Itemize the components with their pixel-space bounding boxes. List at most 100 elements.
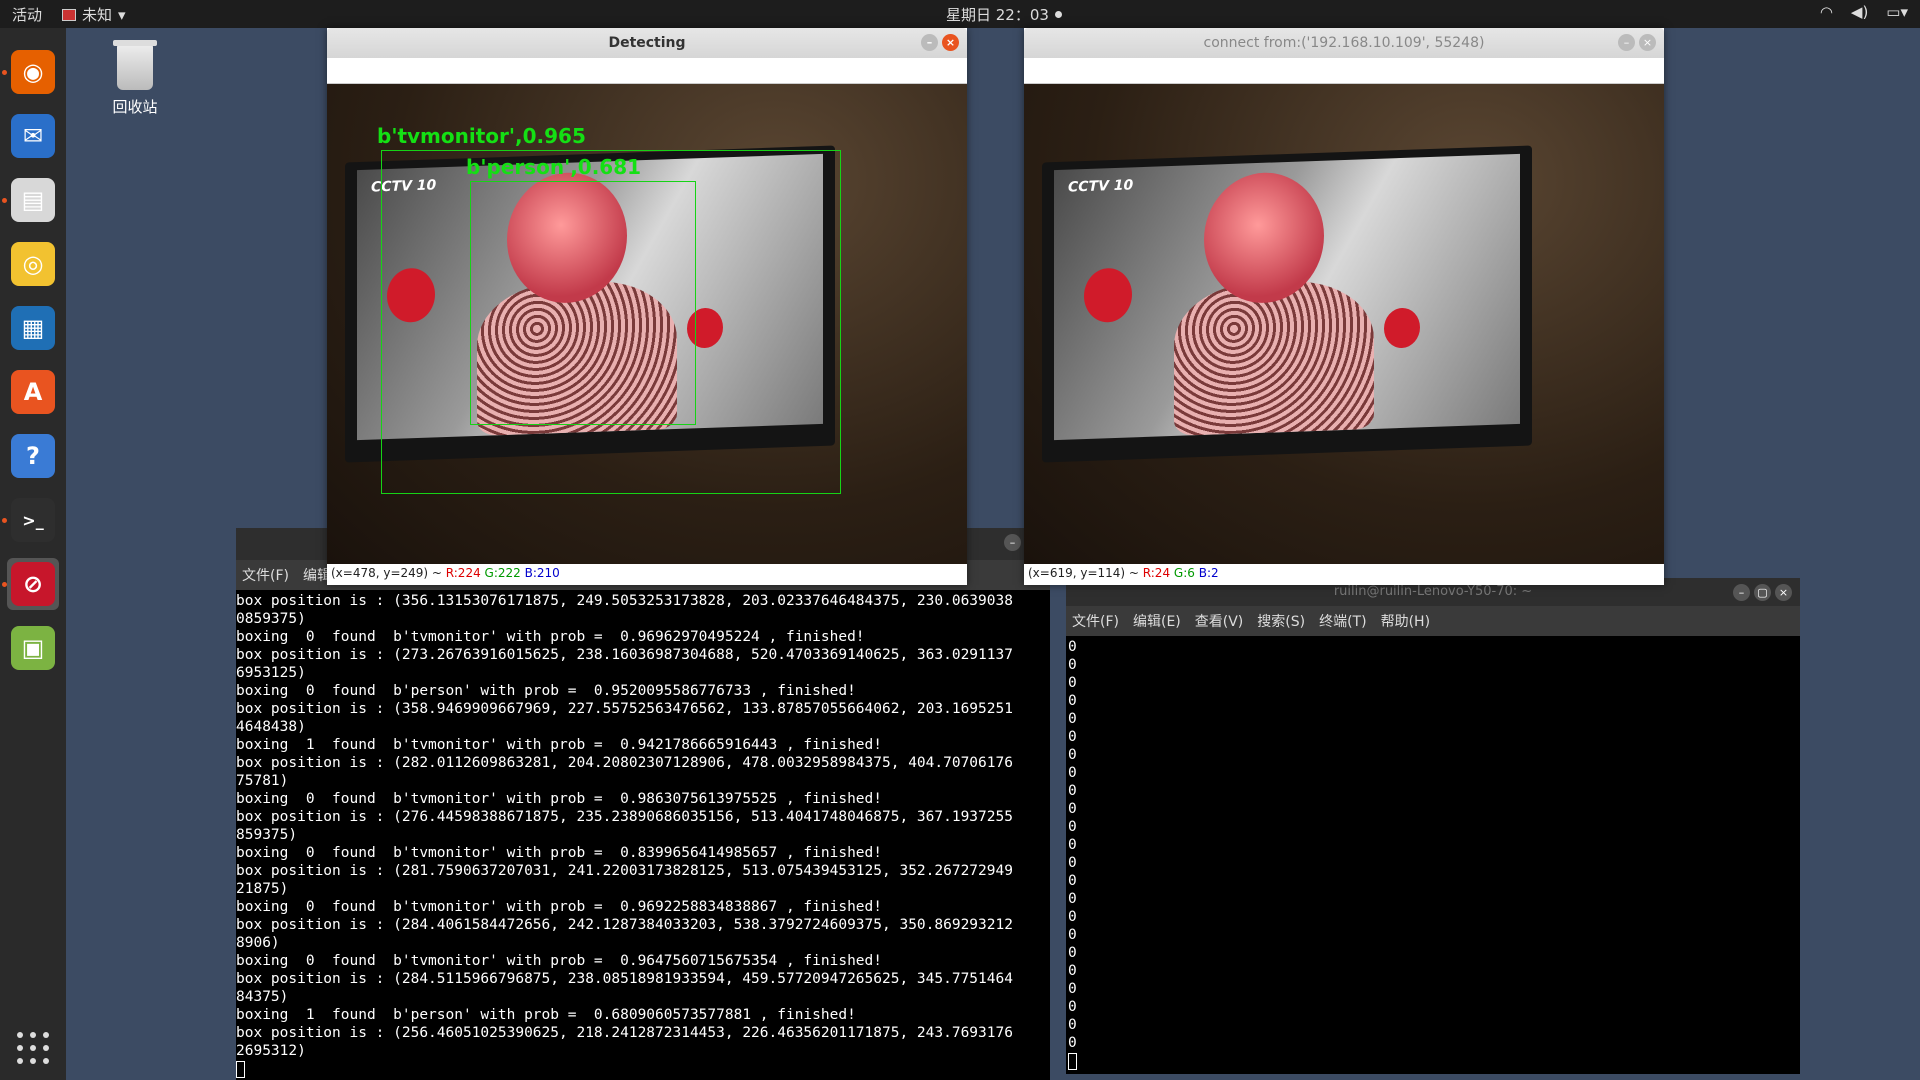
dock-item-libreoffice-writer[interactable]: ▦ bbox=[7, 302, 59, 354]
minimize-icon[interactable]: – bbox=[1618, 34, 1635, 51]
terminal-line: 0 bbox=[1068, 891, 1077, 907]
terminal-line: 0 bbox=[1068, 783, 1077, 799]
terminal-right-title: ruilin@ruilin-Lenovo-Y50-70: ~ bbox=[1333, 584, 1533, 599]
client-toolbar bbox=[1024, 58, 1664, 84]
detecting-window[interactable]: Detecting – × CCTV 10 b'tvmonitor',0.965 … bbox=[327, 28, 967, 585]
show-applications-icon[interactable] bbox=[17, 1032, 49, 1064]
terminal-right-output[interactable]: 0 0 0 0 0 0 0 0 0 0 0 0 0 0 0 0 0 0 0 0 0 0 0 bbox=[1066, 636, 1800, 1074]
dock-item-thunderbird[interactable]: ✉ bbox=[7, 110, 59, 162]
dock-item-terminal[interactable]: >_ bbox=[7, 494, 59, 546]
menu-file[interactable]: 文件(F) bbox=[242, 565, 289, 585]
menu-item[interactable]: 搜索(S) bbox=[1257, 611, 1305, 631]
terminal-line: 0 bbox=[1068, 981, 1077, 997]
terminal-line: box position is : (284.4061584472656, 24… bbox=[236, 917, 1013, 933]
close-icon[interactable]: × bbox=[1775, 584, 1792, 601]
terminal-line: 0 bbox=[1068, 657, 1077, 673]
blocked-app-icon: ⊘ bbox=[11, 562, 55, 606]
terminal-window-left[interactable]: –▢ 文件(F) 编辑 box position is : (356.13153… bbox=[236, 528, 1050, 1080]
trash-desktop-icon[interactable]: 回收站 bbox=[100, 40, 170, 117]
terminal-line: 0 bbox=[1068, 675, 1077, 691]
minimize-icon[interactable]: – bbox=[1733, 584, 1750, 601]
clock[interactable]: 星期日 22：03 bbox=[946, 4, 1062, 25]
activities-button[interactable]: 活动 bbox=[12, 4, 42, 25]
terminal-line: box position is : (256.46051025390625, 2… bbox=[236, 1025, 1013, 1041]
pixel-blue: B:2 bbox=[1198, 566, 1219, 580]
close-icon[interactable]: × bbox=[942, 34, 959, 51]
terminal-line: boxing 0 found b'person' with prob = 0.9… bbox=[236, 683, 856, 699]
terminal-line: 0 bbox=[1068, 639, 1077, 655]
running-indicator bbox=[2, 518, 7, 523]
notification-dot-icon bbox=[1054, 11, 1062, 18]
terminal-line: box position is : (358.9469909667969, 22… bbox=[236, 701, 1013, 717]
dock-item-files[interactable]: ▤ bbox=[7, 174, 59, 226]
client-titlebar[interactable]: connect from:('192.168.10.109', 55248) –… bbox=[1024, 28, 1664, 58]
tv-set: CCTV 10 bbox=[1042, 145, 1532, 463]
menu-item[interactable]: 文件(F) bbox=[1072, 611, 1119, 631]
minimize-icon[interactable]: – bbox=[921, 34, 938, 51]
baby-body bbox=[1174, 278, 1374, 436]
terminal-line: 21875) bbox=[236, 881, 289, 897]
dock: ◉ ✉ ▤ ◎ ▦ A? >_ ⊘ ▣ bbox=[0, 28, 66, 1080]
dock-item-software-center[interactable]: A bbox=[7, 366, 59, 418]
terminal-right-menubar: 文件(F) 编辑(E) 查看(V) 搜索(S) 终端(T) 帮助(H) bbox=[1066, 606, 1800, 636]
detecting-image[interactable]: CCTV 10 b'tvmonitor',0.965 b'person',0.6… bbox=[327, 84, 967, 564]
wifi-icon[interactable]: ◠ bbox=[1820, 3, 1833, 21]
help-icon: ? bbox=[11, 434, 55, 478]
dock-item-image-viewer[interactable]: ▣ bbox=[7, 622, 59, 674]
terminal-line: box position is : (284.5115966796875, 23… bbox=[236, 971, 1013, 987]
menu-item[interactable]: 帮助(H) bbox=[1381, 611, 1430, 631]
terminal-line: 4648438) bbox=[236, 719, 306, 735]
trash-icon bbox=[113, 40, 157, 90]
person-bounding-box bbox=[470, 181, 696, 425]
client-statusbar: (x=619, y=114) ~ R:24 G:6 B:2 bbox=[1024, 564, 1664, 582]
baby-mitt-left bbox=[1084, 267, 1132, 324]
terminal-icon: >_ bbox=[11, 498, 55, 542]
tv-screen: CCTV 10 bbox=[1054, 153, 1520, 441]
system-tray[interactable]: ◠ ◀) ▭▾ bbox=[1820, 3, 1908, 21]
terminal-line: 0 bbox=[1068, 1035, 1077, 1051]
terminal-line: box position is : (281.7590637207031, 24… bbox=[236, 863, 1013, 879]
rhythmbox-icon: ◎ bbox=[11, 242, 55, 286]
dock-item-firefox[interactable]: ◉ bbox=[7, 46, 59, 98]
pixel-green: G:222 bbox=[484, 566, 521, 580]
terminal-line: 8906) bbox=[236, 935, 280, 951]
terminal-line: 75781) bbox=[236, 773, 289, 789]
pixel-coords: (x=478, y=249) ~ bbox=[331, 566, 446, 580]
running-indicator bbox=[2, 70, 7, 75]
client-image[interactable]: CCTV 10 bbox=[1024, 84, 1664, 564]
maximize-icon[interactable]: ▢ bbox=[1754, 584, 1771, 601]
terminal-line: 2695312) bbox=[236, 1043, 306, 1059]
menu-item[interactable]: 编辑(E) bbox=[1133, 611, 1181, 631]
close-icon[interactable]: × bbox=[1639, 34, 1656, 51]
terminal-line: box position is : (356.13153076171875, 2… bbox=[236, 593, 1013, 609]
pixel-red: R:24 bbox=[1142, 566, 1171, 580]
terminal-line: 0 bbox=[1068, 963, 1077, 979]
terminal-line: boxing 0 found b'tvmonitor' with prob = … bbox=[236, 953, 883, 969]
dock-item-help[interactable]: ? bbox=[7, 430, 59, 482]
detecting-toolbar bbox=[327, 58, 967, 84]
app-menu[interactable]: 未知 ▾ bbox=[62, 4, 126, 25]
camera-frame: CCTV 10 bbox=[1024, 84, 1664, 564]
dock-item-blocked-app[interactable]: ⊘ bbox=[7, 558, 59, 610]
battery-icon[interactable]: ▭▾ bbox=[1886, 3, 1908, 21]
terminal-line: 0 bbox=[1068, 837, 1077, 853]
detecting-titlebar[interactable]: Detecting – × bbox=[327, 28, 967, 58]
volume-icon[interactable]: ◀) bbox=[1851, 3, 1868, 21]
dock-item-rhythmbox[interactable]: ◎ bbox=[7, 238, 59, 290]
terminal-line: 0 bbox=[1068, 693, 1077, 709]
terminal-line: 0 bbox=[1068, 1017, 1077, 1033]
detecting-statusbar: (x=478, y=249) ~ R:224 G:222 B:210 bbox=[327, 564, 967, 582]
minimize-icon[interactable]: – bbox=[1004, 534, 1021, 551]
pixel-coords: (x=619, y=114) ~ bbox=[1028, 566, 1143, 580]
terminal-line: 0 bbox=[1068, 819, 1077, 835]
tvmonitor-detection-label: b'tvmonitor',0.965 bbox=[377, 124, 586, 148]
terminal-line: 0 bbox=[1068, 873, 1077, 889]
libreoffice-writer-icon: ▦ bbox=[11, 306, 55, 350]
menu-item[interactable]: 查看(V) bbox=[1195, 611, 1244, 631]
terminal-line: boxing 1 found b'person' with prob = 0.6… bbox=[236, 1007, 856, 1023]
client-window[interactable]: connect from:('192.168.10.109', 55248) –… bbox=[1024, 28, 1664, 585]
menu-item[interactable]: 终端(T) bbox=[1319, 611, 1366, 631]
terminal-left-output[interactable]: box position is : (356.13153076171875, 2… bbox=[236, 590, 1050, 1080]
terminal-window-right[interactable]: ruilin@ruilin-Lenovo-Y50-70: ~ – ▢ × 文件(F)… bbox=[1066, 578, 1800, 1074]
baby-mitt-right bbox=[1384, 307, 1420, 349]
